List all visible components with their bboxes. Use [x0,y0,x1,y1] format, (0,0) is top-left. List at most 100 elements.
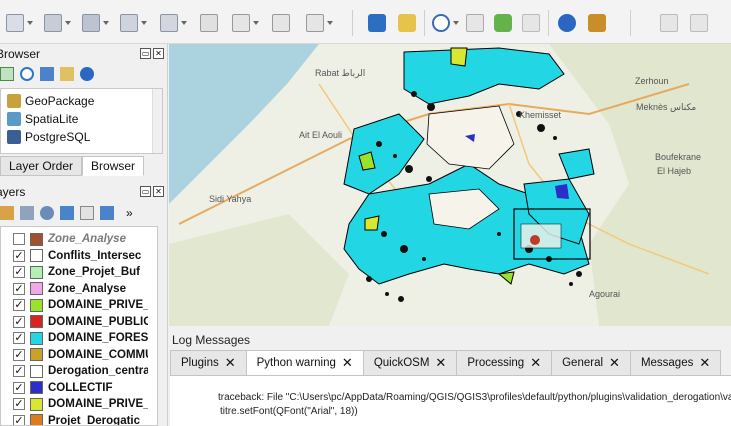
log-tab[interactable]: Plugins ✕ [170,350,247,376]
layer-symbol-swatch [30,265,43,279]
log-tab[interactable]: QuickOSM ✕ [362,350,458,376]
close-tab-icon[interactable]: ✕ [342,355,353,371]
digitize-button[interactable] [200,12,218,34]
add-layer-icon[interactable] [0,67,14,81]
log-tabs: Plugins ✕ Python warning ✕ QuickOSM ✕ Processi… [170,350,722,376]
zoom-button[interactable] [398,12,416,34]
collapse-icon[interactable] [60,67,74,81]
print-button[interactable] [120,12,147,34]
layer-row[interactable]: ✓ DOMAINE_PUBLIC [1,314,157,330]
browser-item-spatialite[interactable]: SpatiaLite [7,111,78,127]
browser-item-postgresql[interactable]: PostgreSQL [7,129,90,145]
vertex-tool-button[interactable] [660,12,678,34]
print-icon [120,14,138,32]
log-tab[interactable]: Processing ✕ [456,350,553,376]
save-button[interactable] [82,12,109,34]
tab-layer-order[interactable]: Layer Order [0,156,83,176]
close-tab-icon[interactable]: ✕ [609,355,620,371]
float-panel-icon[interactable]: ▭ [140,186,151,197]
identify-button[interactable] [432,12,459,34]
log-tab[interactable]: Messages ✕ [629,350,722,376]
browser-item-label: PostgreSQL [25,130,91,144]
layer-visibility-checkbox[interactable]: ✓ [13,315,25,328]
layer-visibility-checkbox[interactable]: ✓ [13,282,25,295]
close-tab-icon[interactable]: ✕ [699,355,710,371]
layer-visibility-checkbox[interactable]: ✓ [13,414,25,425]
vertex-tool-icon [660,14,678,32]
close-panel-icon[interactable]: ✕ [153,186,164,197]
log-panel-title: Log Messages [172,333,251,347]
layer-row[interactable]: ✓ COLLECTIF [1,380,157,396]
measure-button[interactable] [466,12,484,34]
new-project-button[interactable] [6,12,33,34]
map-label: Ait El Aouli [299,130,343,140]
layer-visibility-checkbox[interactable]: ✓ [13,249,25,262]
layer-visibility-checkbox[interactable]: ✓ [13,299,25,311]
layer-row[interactable]: ✓ DOMAINE_PRIVE_ET [1,396,157,412]
layer-button[interactable] [272,12,290,34]
close-tab-icon[interactable]: ✕ [435,355,446,371]
log-tab[interactable]: Python warning ✕ [245,350,364,376]
layer-row[interactable]: ✓ DOMAINE_FORESTII [1,330,157,346]
annotation-button[interactable] [522,12,540,34]
visibility-icon[interactable] [40,206,54,220]
layer-symbol-swatch [30,348,43,361]
tab-browser[interactable]: Browser [82,156,145,176]
layer-row[interactable]: Zone_Analyse [1,231,157,247]
close-panel-icon[interactable]: ✕ [153,48,164,59]
pan-button[interactable] [368,12,386,34]
identify-icon [432,14,450,32]
style-manager-icon[interactable] [0,206,14,220]
layer-row[interactable]: ✓ Zone_Projet_Buf [1,264,157,280]
edit-button[interactable] [232,12,259,34]
layer-row[interactable]: ✓ Zone_Analyse [1,281,157,297]
filter-icon[interactable] [40,67,54,81]
save-icon [82,14,100,32]
more-tools-icon[interactable]: » [126,206,133,220]
expression-filter-icon[interactable] [80,206,94,220]
add-group-icon[interactable] [20,206,34,220]
split-button[interactable] [690,12,708,34]
layer-visibility-checkbox[interactable]: ✓ [13,398,25,410]
chart-icon [306,14,324,32]
map-label: Meknès ﻣﻜﻨﺎﺱ [636,102,697,112]
layer-row[interactable]: ✓ DOMAINE_COMMUI [1,347,157,363]
map-tips-button[interactable] [494,12,512,34]
layer-visibility-checkbox[interactable]: ✓ [13,365,25,377]
map-canvas[interactable]: Rabat ﺍﻟﺮﺑﺎﻁ Ait El Aouli Meknès ﻣﻜﻨﺎﺱ Z… [169,44,731,326]
layer-visibility-checkbox[interactable]: ✓ [13,266,25,278]
info-button[interactable] [558,12,576,34]
log-tab-label: QuickOSM [373,357,430,369]
digitize-icon [200,14,218,32]
close-tab-icon[interactable]: ✕ [225,355,236,371]
plugins-button[interactable] [588,12,606,34]
layer-name: DOMAINE_COMMUI [48,348,148,361]
layer-icon [272,14,290,32]
style-button[interactable] [160,12,187,34]
float-panel-icon[interactable]: ▭ [140,48,151,59]
annotation-icon [522,14,540,32]
layer-visibility-checkbox[interactable]: ✓ [13,348,25,361]
layer-visibility-checkbox[interactable]: ✓ [13,332,25,344]
filter-icon[interactable] [60,206,74,220]
chart-button[interactable] [306,12,333,34]
layer-visibility-checkbox[interactable] [13,233,25,245]
layer-row[interactable]: ✓ Projet_Derogatic [1,413,157,425]
layer-name: Zone_Analyse [48,233,126,245]
open-button[interactable] [44,12,71,34]
log-tab[interactable]: General ✕ [551,350,631,376]
info-icon[interactable] [80,67,94,81]
layer-row[interactable]: ✓ DOMAINE_PRIVE_ET [1,297,157,313]
expand-all-icon[interactable] [100,206,114,220]
layer-row[interactable]: ✓ Derogation_central_ [1,363,157,379]
refresh-icon[interactable] [20,67,34,81]
layer-visibility-checkbox[interactable]: ✓ [13,381,25,394]
layer-row[interactable]: ✓ Conflits_Intersec [1,248,157,264]
layer-symbol-swatch [30,331,43,345]
layer-name: Conflits_Intersec [48,249,142,262]
log-tab-label: Messages [640,357,694,369]
close-tab-icon[interactable]: ✕ [530,355,541,371]
browser-scrollbar[interactable] [152,89,162,153]
layer-name: Zone_Projet_Buf [48,266,141,278]
browser-item-geopackage[interactable]: GeoPackage [7,93,94,109]
